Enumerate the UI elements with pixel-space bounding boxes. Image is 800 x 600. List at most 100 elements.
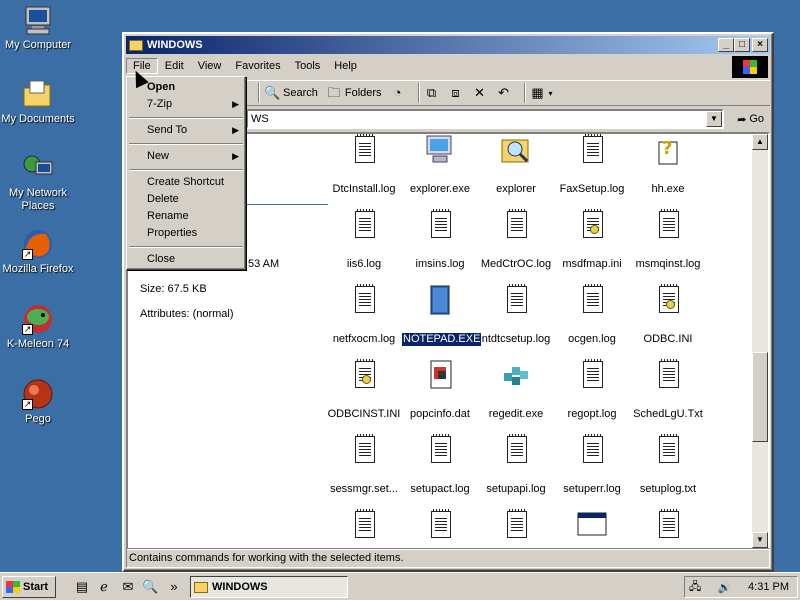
window-title: WINDOWS bbox=[147, 39, 203, 51]
menu-item-7-zip[interactable]: 7-Zip ▶ bbox=[127, 96, 245, 113]
text-file-icon bbox=[348, 434, 380, 466]
taskbar-window-label: WINDOWS bbox=[212, 581, 268, 593]
file-item[interactable]: regedit.exe bbox=[478, 359, 554, 421]
clock[interactable]: 4:31 PM bbox=[748, 581, 789, 593]
taskbar-window-button[interactable]: WINDOWS bbox=[190, 576, 348, 598]
menu-item-create-shortcut[interactable]: Create Shortcut bbox=[127, 174, 245, 191]
address-dropdown-button[interactable]: ▼ bbox=[706, 111, 722, 127]
file-item[interactable] bbox=[402, 509, 478, 548]
folders-button[interactable]: 🗀 Folders bbox=[326, 85, 381, 101]
address-field[interactable]: WS ▼ bbox=[246, 109, 724, 129]
scroll-up-button[interactable]: ▲ bbox=[752, 134, 768, 150]
file-item[interactable]: NOTEPAD.EXE bbox=[400, 284, 483, 347]
file-item[interactable]: sessmgr.set... bbox=[326, 434, 402, 496]
desktop-icon[interactable]: My Computer bbox=[0, 4, 76, 52]
text-file-icon bbox=[576, 359, 608, 391]
file-item[interactable]: DtcInstall.log bbox=[326, 134, 402, 196]
menu-item-properties[interactable]: Properties bbox=[127, 225, 245, 242]
file-item[interactable] bbox=[554, 509, 630, 548]
volume-tray-icon[interactable]: 🔊 bbox=[718, 581, 732, 594]
menu-item-close[interactable]: Close bbox=[127, 251, 245, 268]
file-item[interactable]: imsins.log bbox=[402, 209, 478, 271]
file-item[interactable]: msdfmap.ini bbox=[554, 209, 630, 271]
file-item[interactable]: ? hh.exe bbox=[630, 134, 706, 196]
menu-help[interactable]: Help bbox=[327, 58, 364, 74]
show-desktop-icon[interactable]: ▤ bbox=[74, 579, 90, 595]
vertical-scrollbar[interactable]: ▲ ▼ bbox=[752, 134, 768, 548]
desktop-icon[interactable]: ↗ K-Meleon 74 bbox=[0, 303, 76, 351]
file-name: FaxSetup.log bbox=[559, 183, 625, 195]
desktop-icon[interactable]: My Documents bbox=[0, 78, 76, 126]
start-button[interactable]: Start bbox=[2, 576, 56, 598]
text-file-icon bbox=[348, 284, 380, 316]
file-item[interactable]: msmqinst.log bbox=[630, 209, 706, 271]
minimize-button[interactable]: _ bbox=[718, 38, 734, 52]
desktop-icon[interactable]: ↗ Pego bbox=[0, 378, 76, 426]
go-button[interactable]: ➦ Go bbox=[737, 109, 764, 129]
menu-separator bbox=[127, 242, 245, 251]
file-item[interactable]: setuperr.log bbox=[554, 434, 630, 496]
file-item[interactable]: netfxocm.log bbox=[326, 284, 402, 346]
text-file-icon bbox=[652, 434, 684, 466]
file-item[interactable]: setupact.log bbox=[402, 434, 478, 496]
menu-item-rename[interactable]: Rename bbox=[127, 208, 245, 225]
menu-favorites[interactable]: Favorites bbox=[228, 58, 287, 74]
menu-item-new[interactable]: New ▶ bbox=[127, 148, 245, 165]
menu-view[interactable]: View bbox=[191, 58, 229, 74]
close-button[interactable]: × bbox=[752, 38, 768, 52]
menu-item-delete[interactable]: Delete bbox=[127, 191, 245, 208]
file-item[interactable]: setuplog.txt bbox=[630, 434, 706, 496]
file-item[interactable]: SchedLgU.Txt bbox=[630, 359, 706, 421]
chevron-down-icon: ▼ bbox=[710, 114, 718, 123]
desktop-icon[interactable]: My Network Places bbox=[0, 152, 76, 213]
menu-edit[interactable]: Edit bbox=[158, 58, 191, 74]
file-item[interactable]: MedCtrOC.log bbox=[478, 209, 554, 271]
file-item[interactable] bbox=[326, 509, 402, 548]
text-file-icon bbox=[576, 134, 608, 166]
file-item[interactable] bbox=[630, 509, 706, 548]
undo-button[interactable]: ↶ bbox=[496, 85, 512, 101]
file-item[interactable]: popcinfo.dat bbox=[402, 359, 478, 421]
menu-item-send-to[interactable]: Send To ▶ bbox=[127, 122, 245, 139]
network-tray-icon[interactable]: 🖧 bbox=[689, 578, 701, 597]
copy-to-button[interactable]: ⧈ bbox=[448, 85, 464, 101]
file-item[interactable]: ntdtcsetup.log bbox=[478, 284, 554, 346]
quicklaunch-chevron[interactable]: » bbox=[166, 579, 182, 595]
desktop-icon[interactable]: ↗ Mozilla Firefox bbox=[0, 228, 76, 276]
title-bar[interactable]: WINDOWS _ □ × bbox=[126, 36, 770, 54]
internet-explorer-icon[interactable]: ℯ bbox=[96, 579, 112, 595]
move-to-button[interactable]: ⧉ bbox=[424, 85, 440, 101]
explorer-quicklaunch-icon[interactable]: 🔍 bbox=[142, 579, 158, 595]
network-icon bbox=[22, 152, 54, 184]
menu-bar: File Edit View Favorites Tools Help bbox=[126, 56, 770, 76]
copy-to-icon: ⧈ bbox=[451, 85, 460, 100]
file-item[interactable]: explorer bbox=[478, 134, 554, 196]
desktop-icon-label: My Network Places bbox=[8, 187, 68, 212]
file-item[interactable]: regopt.log bbox=[554, 359, 630, 421]
file-item[interactable]: FaxSetup.log bbox=[554, 134, 630, 196]
kmeleon-icon: ↗ bbox=[22, 303, 54, 335]
file-item[interactable]: iis6.log bbox=[326, 209, 402, 271]
file-menu: Open 7-Zip ▶ Send To ▶ New ▶ Create Shortcut Del… bbox=[126, 76, 246, 270]
maximize-button[interactable]: □ bbox=[734, 38, 750, 52]
magnifier-icon bbox=[500, 134, 532, 166]
outlook-express-icon[interactable]: ✉ bbox=[120, 579, 136, 595]
file-name: NOTEPAD.EXE bbox=[400, 332, 483, 347]
system-tray: 🖧 🔊 4:31 PM bbox=[684, 576, 798, 598]
search-button[interactable]: 🔍 Search bbox=[264, 85, 318, 101]
file-item[interactable]: explorer.exe bbox=[402, 134, 478, 196]
file-item[interactable]: ODBC.INI bbox=[630, 284, 706, 346]
menu-tools[interactable]: Tools bbox=[288, 58, 328, 74]
delete-button[interactable]: ✕ bbox=[472, 85, 488, 101]
text-file-icon bbox=[500, 434, 532, 466]
file-item[interactable] bbox=[478, 509, 554, 548]
history-button[interactable]: ◔ bbox=[390, 85, 406, 101]
file-item[interactable]: setupapi.log bbox=[478, 434, 554, 496]
scroll-down-button[interactable]: ▼ bbox=[752, 532, 768, 548]
file-item[interactable]: ODBCINST.INI bbox=[326, 359, 402, 421]
svg-text:?: ? bbox=[662, 138, 672, 159]
scroll-thumb[interactable] bbox=[752, 352, 768, 442]
file-item[interactable]: ocgen.log bbox=[554, 284, 630, 346]
views-button[interactable]: ▦ ▾ bbox=[530, 85, 552, 101]
file-name: explorer.exe bbox=[410, 183, 470, 195]
